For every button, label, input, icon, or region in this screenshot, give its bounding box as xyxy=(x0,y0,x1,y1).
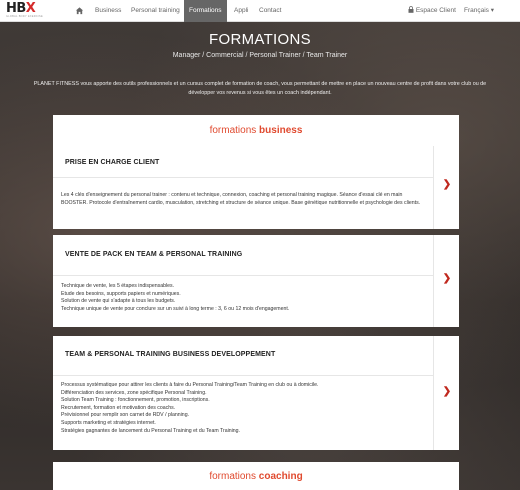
card-arrow-button[interactable]: ❯ xyxy=(433,146,459,229)
espace-client-label: Espace Client xyxy=(415,7,456,14)
card-body-line: Les 4 clés d'enseignement du personal tr… xyxy=(61,192,421,206)
card-title: VENTE DE PACK EN TEAM & PERSONAL TRAININ… xyxy=(65,251,243,258)
nav-formations[interactable]: Formations xyxy=(184,0,227,22)
section-heading-bold: business xyxy=(259,125,303,136)
card-arrow-button[interactable]: ❯ xyxy=(433,336,459,450)
card-body-line: Technique unique de vente pour conclure … xyxy=(61,305,290,312)
card-arrow-button[interactable]: ❯ xyxy=(433,235,459,327)
home-icon[interactable] xyxy=(75,6,84,15)
card-title: PRISE EN CHARGE CLIENT xyxy=(65,159,160,166)
card-divider xyxy=(53,275,433,276)
card-body-line: Supports marketing et stratégies interne… xyxy=(61,419,156,426)
formation-card-vente-de-pack[interactable]: VENTE DE PACK EN TEAM & PERSONAL TRAININ… xyxy=(53,235,459,327)
section-heading-bold: coaching xyxy=(258,471,303,482)
card-body-line: Prévisionnel pour remplir son carnet de … xyxy=(61,412,190,419)
card-divider xyxy=(53,375,433,376)
section-heading-coaching: formations coaching xyxy=(53,462,459,490)
page-subtitle: Manager / Commercial / Personal Trainer … xyxy=(172,52,348,59)
lock-icon xyxy=(408,6,414,13)
nav-business[interactable]: Business xyxy=(90,0,126,22)
espace-client-link[interactable]: Espace Client xyxy=(408,0,456,22)
chevron-right-icon: ❯ xyxy=(442,179,452,190)
chevron-right-icon: ❯ xyxy=(442,273,452,284)
card-body-line: Différenciation des services, zone spéci… xyxy=(61,389,207,396)
card-body-line: Technique de vente, les 5 étapes indispe… xyxy=(61,283,175,289)
logo-text: HBX xyxy=(6,1,36,16)
card-body-line: Etude des besoins, supports papiers et n… xyxy=(61,290,181,297)
page-description: PLANET FITNESS vous apporte des outils p… xyxy=(33,81,487,96)
top-navbar: HBX GLOBAL BODY EXERCISE Business Person… xyxy=(0,0,520,22)
formation-card-prise-en-charge[interactable]: PRISE EN CHARGE CLIENT Les 4 clés d'ense… xyxy=(53,146,459,229)
logo[interactable]: HBX GLOBAL BODY EXERCISE xyxy=(6,2,58,20)
language-select[interactable]: Français ▾ xyxy=(464,0,494,22)
card-body: Les 4 clés d'enseignement du personal tr… xyxy=(61,192,427,207)
nav-contact[interactable]: Contact xyxy=(254,0,286,22)
chevron-right-icon: ❯ xyxy=(442,386,452,397)
nav-appli[interactable]: Appli xyxy=(229,0,253,22)
nav-personal-training[interactable]: Personal training xyxy=(126,0,185,22)
section-heading-business: formations business xyxy=(53,115,459,146)
card-body-line: Solution de vente qui s'adapte à tous le… xyxy=(61,298,176,305)
section-heading-prefix: formations xyxy=(209,125,260,136)
card-body-line: Stratégies gagnantes de lancement du Per… xyxy=(61,427,240,434)
page-title: FORMATIONS xyxy=(209,31,311,48)
logo-subtitle: GLOBAL BODY EXERCISE xyxy=(6,15,43,18)
card-body-line: Solution Team Training : fonctionnement,… xyxy=(61,397,210,404)
card-body-line: Processus systématique pour attirer les … xyxy=(61,382,319,388)
card-body: Technique de vente, les 5 étapes indispe… xyxy=(61,283,427,313)
card-title: TEAM & PERSONAL TRAINING BUSINESS DEVELO… xyxy=(65,351,276,358)
card-divider xyxy=(53,177,433,178)
formation-card-business-developpement[interactable]: TEAM & PERSONAL TRAINING BUSINESS DEVELO… xyxy=(53,336,459,450)
section-heading-prefix: formations xyxy=(209,471,259,482)
card-body-line: Recrutement, formation et motivation des… xyxy=(61,404,176,411)
card-body: Processus systématique pour attirer les … xyxy=(61,382,427,435)
